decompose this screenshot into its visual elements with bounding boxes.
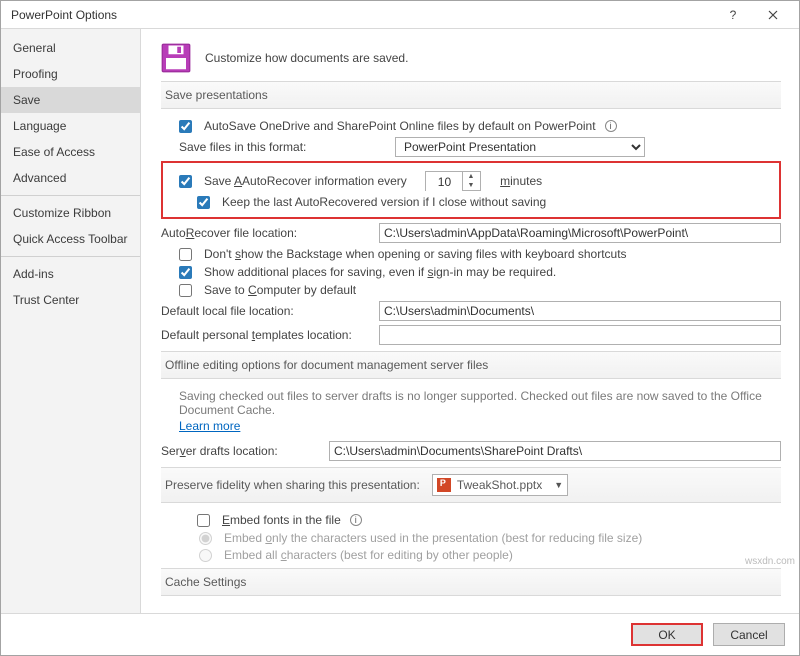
nav-separator	[1, 195, 140, 196]
autosave-row: AutoSave OneDrive and SharePoint Online …	[179, 119, 781, 133]
nav-ease-of-access[interactable]: Ease of Access	[1, 139, 140, 165]
spinner-down-icon[interactable]: ▼	[463, 181, 478, 190]
save-format-select[interactable]: PowerPoint Presentation	[395, 137, 645, 157]
save-to-computer-label: Save to Computer by default	[204, 283, 356, 297]
title-bar: PowerPoint Options ?	[1, 1, 799, 29]
chevron-down-icon: ▼	[554, 480, 563, 490]
server-drafts-row: Server drafts location:	[161, 441, 781, 461]
show-additional-label: Show additional places for saving, even …	[204, 265, 556, 279]
attribution: wsxdn.com	[745, 556, 795, 567]
info-icon[interactable]: i	[350, 514, 362, 526]
default-local-input[interactable]	[379, 301, 781, 321]
default-templates-label: Default personal templates location:	[161, 328, 371, 342]
section-preserve: Preserve fidelity when sharing this pres…	[161, 467, 781, 503]
autorecover-location-row: AutoRecover file location:	[161, 223, 781, 243]
embed-fonts-checkbox[interactable]	[197, 514, 210, 527]
cancel-button[interactable]: Cancel	[713, 623, 785, 646]
close-icon	[768, 10, 778, 20]
dialog-footer: OK Cancel	[1, 613, 799, 655]
nav-advanced[interactable]: Advanced	[1, 165, 140, 191]
show-additional-row: Show additional places for saving, even …	[179, 265, 781, 279]
embed-all-radio	[199, 549, 212, 562]
autorecover-checkbox[interactable]	[179, 175, 192, 188]
preserve-file-name: TweakShot.pptx	[457, 478, 542, 492]
default-templates-row: Default personal templates location:	[161, 325, 781, 345]
autorecover-row: Save AAutoRecover information every ▲▼ m…	[179, 171, 773, 191]
embed-all-label: Embed all characters (best for editing b…	[224, 548, 513, 562]
save-format-row: Save files in this format: PowerPoint Pr…	[179, 137, 781, 157]
autorecover-location-input[interactable]	[379, 223, 781, 243]
default-local-label: Default local file location:	[161, 304, 371, 318]
options-dialog: PowerPoint Options ? General Proofing Sa…	[0, 0, 800, 656]
embed-fonts-row: Embed fonts in the file i	[197, 513, 781, 527]
info-icon[interactable]: i	[605, 120, 617, 132]
dialog-body: General Proofing Save Language Ease of A…	[1, 29, 799, 613]
nav-trust-center[interactable]: Trust Center	[1, 287, 140, 313]
close-button[interactable]	[753, 1, 793, 29]
nav-save[interactable]: Save	[1, 87, 140, 113]
main-panel: Customize how documents are saved. Save …	[141, 29, 799, 613]
embed-only-used-row: Embed only the characters used in the pr…	[199, 531, 781, 545]
autorecover-minutes-spinner[interactable]: ▲▼	[425, 171, 481, 191]
minutes-label: mminutesinutes	[500, 174, 542, 188]
nav-add-ins[interactable]: Add-ins	[1, 261, 140, 287]
autorecover-location-label: AutoRecover file location:	[161, 226, 371, 240]
nav-general[interactable]: General	[1, 35, 140, 61]
panel-header: Customize how documents are saved.	[161, 43, 781, 73]
save-format-label: Save files in this format:	[179, 140, 389, 154]
embed-all-row: Embed all characters (best for editing b…	[199, 548, 781, 562]
server-drafts-input[interactable]	[329, 441, 781, 461]
nav-language[interactable]: Language	[1, 113, 140, 139]
nav-quick-access-toolbar[interactable]: Quick Access Toolbar	[1, 226, 140, 252]
default-templates-input[interactable]	[379, 325, 781, 345]
category-sidebar: General Proofing Save Language Ease of A…	[1, 29, 141, 613]
spinner-up-icon[interactable]: ▲	[463, 172, 478, 181]
autosave-checkbox[interactable]	[179, 120, 192, 133]
dont-show-backstage-row: Don't show the Backstage when opening or…	[179, 247, 781, 261]
save-floppy-icon	[161, 43, 191, 73]
learn-more-link[interactable]: Learn more	[179, 419, 240, 433]
section-save-presentations: Save presentations	[161, 81, 781, 109]
preserve-file-combo[interactable]: TweakShot.pptx ▼	[432, 474, 568, 496]
show-additional-checkbox[interactable]	[179, 266, 192, 279]
nav-separator	[1, 256, 140, 257]
keep-last-label: Keep the last AutoRecovered version if I…	[222, 195, 546, 209]
save-to-computer-row: Save to Computer by default	[179, 283, 781, 297]
help-button[interactable]: ?	[713, 1, 753, 29]
embed-only-used-label: Embed only the characters used in the pr…	[224, 531, 642, 545]
save-to-computer-checkbox[interactable]	[179, 284, 192, 297]
section-cache: Cache Settings	[161, 568, 781, 596]
autorecover-highlight-box: Save AAutoRecover information every ▲▼ m…	[161, 161, 781, 219]
section-offline: Offline editing options for document man…	[161, 351, 781, 379]
keep-last-checkbox[interactable]	[197, 196, 210, 209]
server-drafts-label: Server drafts location:	[161, 444, 321, 458]
pptx-icon	[437, 478, 451, 492]
autorecover-label: Save AAutoRecover information every	[204, 174, 407, 188]
autosave-label: AutoSave OneDrive and SharePoint Online …	[204, 119, 596, 133]
dont-show-backstage-label: Don't show the Backstage when opening or…	[204, 247, 627, 261]
preserve-label: Preserve fidelity when sharing this pres…	[165, 478, 420, 492]
dont-show-backstage-checkbox[interactable]	[179, 248, 192, 261]
embed-fonts-label: Embed fonts in the file	[222, 513, 341, 527]
embed-only-used-radio	[199, 532, 212, 545]
default-local-row: Default local file location:	[161, 301, 781, 321]
ok-button[interactable]: OK	[631, 623, 703, 646]
keep-last-row: Keep the last AutoRecovered version if I…	[197, 195, 773, 209]
offline-note: Saving checked out files to server draft…	[179, 389, 781, 417]
panel-subtitle: Customize how documents are saved.	[205, 51, 408, 65]
nav-proofing[interactable]: Proofing	[1, 61, 140, 87]
nav-customize-ribbon[interactable]: Customize Ribbon	[1, 200, 140, 226]
window-title: PowerPoint Options	[11, 8, 713, 22]
autorecover-minutes-input[interactable]	[426, 172, 462, 192]
